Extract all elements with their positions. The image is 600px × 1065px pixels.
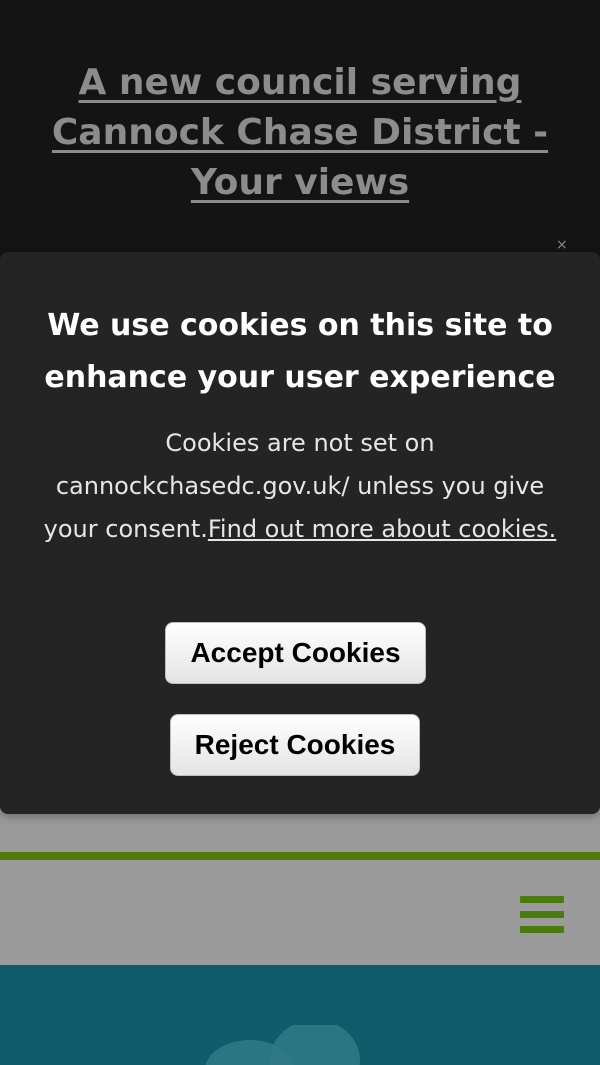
hamburger-bar [520,896,564,903]
cookie-description: Cookies are not set on cannockchasedc.go… [30,422,570,551]
cookie-info-link[interactable]: Find out more about cookies. [208,515,556,543]
close-icon[interactable]: × [556,238,568,252]
cookie-title: We use cookies on this site to enhance y… [44,308,556,395]
cookie-consent-dialog: We use cookies on this site to enhance y… [0,252,600,814]
announcement-banner: A new council serving Cannock Chase Dist… [0,0,600,260]
menu-button[interactable] [520,896,564,934]
decorative-leaf-icon [205,1025,360,1065]
green-divider [0,852,600,860]
hamburger-bar [520,926,564,933]
hamburger-bar [520,911,564,918]
reject-cookies-button[interactable]: Reject Cookies [170,714,420,776]
announcement-link[interactable]: A new council serving Cannock Chase Dist… [40,58,560,208]
site-header [0,860,600,965]
accept-cookies-button[interactable]: Accept Cookies [165,622,426,684]
hero-banner [0,965,600,1065]
